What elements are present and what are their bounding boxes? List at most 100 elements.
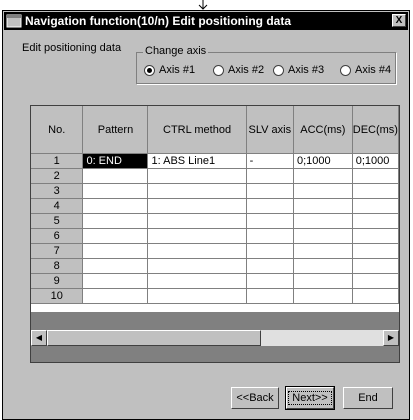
radio-dot-icon — [273, 64, 284, 76]
table-cell[interactable] — [293, 213, 353, 229]
table-cell[interactable] — [293, 168, 353, 184]
column-header[interactable]: DEC(ms) — [352, 106, 399, 154]
row-number: 2 — [31, 168, 84, 184]
table-cell[interactable] — [293, 288, 353, 304]
table-row: 9 — [31, 273, 399, 289]
column-header[interactable]: No. — [31, 106, 84, 154]
table-cell[interactable] — [246, 273, 294, 289]
row-number: 10 — [31, 288, 84, 304]
axis-radio-label: Axis #2 — [228, 64, 265, 77]
table-cell[interactable] — [82, 258, 149, 274]
axis-radio-1[interactable]: Axis #1 — [144, 64, 195, 78]
grid-viewport: No. Pattern CTRL method SLV axis ACC(ms) DEC(… — [31, 106, 399, 312]
horizontal-scrollbar[interactable]: ◀ ▶ — [31, 330, 399, 346]
down-arrow-icon — [198, 0, 208, 10]
radio-dot-icon — [340, 64, 351, 76]
table-row: 8 — [31, 258, 399, 274]
axis-radio-label: Axis #3 — [288, 64, 325, 77]
close-button[interactable]: X — [392, 14, 406, 27]
title-bar: Navigation function(10/n) Edit positioni… — [4, 12, 408, 30]
end-button[interactable]: End — [343, 387, 393, 409]
table-cell[interactable] — [82, 228, 149, 244]
table-cell[interactable]: 1: ABS Line1 — [147, 153, 247, 169]
radio-dot-icon — [144, 64, 155, 76]
table-cell[interactable] — [246, 183, 294, 199]
table-cell[interactable] — [147, 258, 247, 274]
back-button[interactable]: <<Back — [231, 387, 279, 409]
row-number: 4 — [31, 198, 84, 214]
table-cell[interactable] — [82, 213, 149, 229]
table-cell[interactable] — [82, 243, 149, 259]
scroll-left-icon[interactable]: ◀ — [31, 330, 47, 346]
scroll-right-icon[interactable]: ▶ — [383, 330, 399, 346]
window-title: Navigation function(10/n) Edit positioni… — [25, 14, 291, 28]
positioning-data-grid: No. Pattern CTRL method SLV axis ACC(ms) DEC(… — [30, 105, 400, 363]
table-cell[interactable] — [147, 213, 247, 229]
table-row: 3 — [31, 183, 399, 199]
axis-radio-2[interactable]: Axis #2 — [213, 64, 264, 78]
scrollbar-thumb[interactable] — [47, 330, 261, 346]
table-cell[interactable] — [82, 168, 149, 184]
table-cell[interactable] — [82, 198, 149, 214]
row-number: 3 — [31, 183, 84, 199]
table-cell[interactable] — [293, 228, 353, 244]
table-cell[interactable] — [147, 183, 247, 199]
axis-radio-4[interactable]: Axis #4 — [340, 64, 391, 78]
table-row: 1 0: END 1: ABS Line1-0;1000 0;1000 — [31, 153, 399, 169]
radio-dot-icon — [213, 64, 224, 76]
table-row: 6 — [31, 228, 399, 244]
table-cell[interactable] — [293, 183, 353, 199]
table-cell[interactable] — [352, 288, 399, 304]
column-header[interactable]: Pattern — [82, 106, 149, 154]
app-window-icon — [6, 14, 22, 28]
positioning-data-table: No. Pattern CTRL method SLV axis ACC(ms) DEC(… — [31, 106, 399, 304]
table-row: 5 — [31, 213, 399, 229]
column-header[interactable]: ACC(ms) — [293, 106, 353, 154]
table-cell[interactable] — [352, 243, 399, 259]
axis-radio-label: Axis #4 — [355, 64, 392, 77]
close-icon: X — [395, 15, 403, 26]
row-number: 8 — [31, 258, 84, 274]
table-cell[interactable] — [147, 198, 247, 214]
table-cell[interactable] — [352, 168, 399, 184]
table-cell[interactable] — [293, 273, 353, 289]
table-cell[interactable] — [246, 198, 294, 214]
table-cell[interactable] — [246, 258, 294, 274]
axis-radio-3[interactable]: Axis #3 — [273, 64, 324, 78]
next-button[interactable]: Next>> — [285, 386, 335, 410]
table-cell[interactable] — [246, 168, 294, 184]
table-cell[interactable] — [82, 273, 149, 289]
table-cell[interactable] — [293, 243, 353, 259]
table-cell[interactable] — [246, 228, 294, 244]
table-cell[interactable] — [352, 213, 399, 229]
table-cell[interactable]: 0;1000 — [352, 153, 399, 169]
table-cell[interactable]: - — [246, 153, 294, 169]
column-header[interactable]: SLV axis — [246, 106, 294, 154]
table-cell[interactable] — [147, 243, 247, 259]
table-cell[interactable] — [246, 288, 294, 304]
table-cell[interactable] — [246, 213, 294, 229]
table-cell[interactable] — [147, 273, 247, 289]
table-cell[interactable] — [246, 243, 294, 259]
table-row: 2 — [31, 168, 399, 184]
table-cell[interactable]: 0;1000 — [293, 153, 353, 169]
table-cell[interactable] — [352, 228, 399, 244]
section-label: Edit positioning data — [22, 42, 122, 54]
table-cell[interactable] — [147, 288, 247, 304]
row-number: 5 — [31, 213, 84, 229]
table-cell[interactable] — [352, 183, 399, 199]
table-cell[interactable] — [293, 258, 353, 274]
axis-radio-label: Axis #1 — [159, 64, 196, 77]
table-cell[interactable] — [147, 168, 247, 184]
row-number: 9 — [31, 273, 84, 289]
table-cell[interactable] — [82, 288, 149, 304]
table-cell[interactable] — [352, 198, 399, 214]
table-cell[interactable] — [293, 198, 353, 214]
table-cell[interactable] — [352, 273, 399, 289]
table-cell[interactable]: 0: END — [82, 153, 149, 169]
table-row: 7 — [31, 243, 399, 259]
table-cell[interactable] — [147, 228, 247, 244]
table-cell[interactable] — [352, 258, 399, 274]
column-header[interactable]: CTRL method — [147, 106, 247, 154]
table-cell[interactable] — [82, 183, 149, 199]
